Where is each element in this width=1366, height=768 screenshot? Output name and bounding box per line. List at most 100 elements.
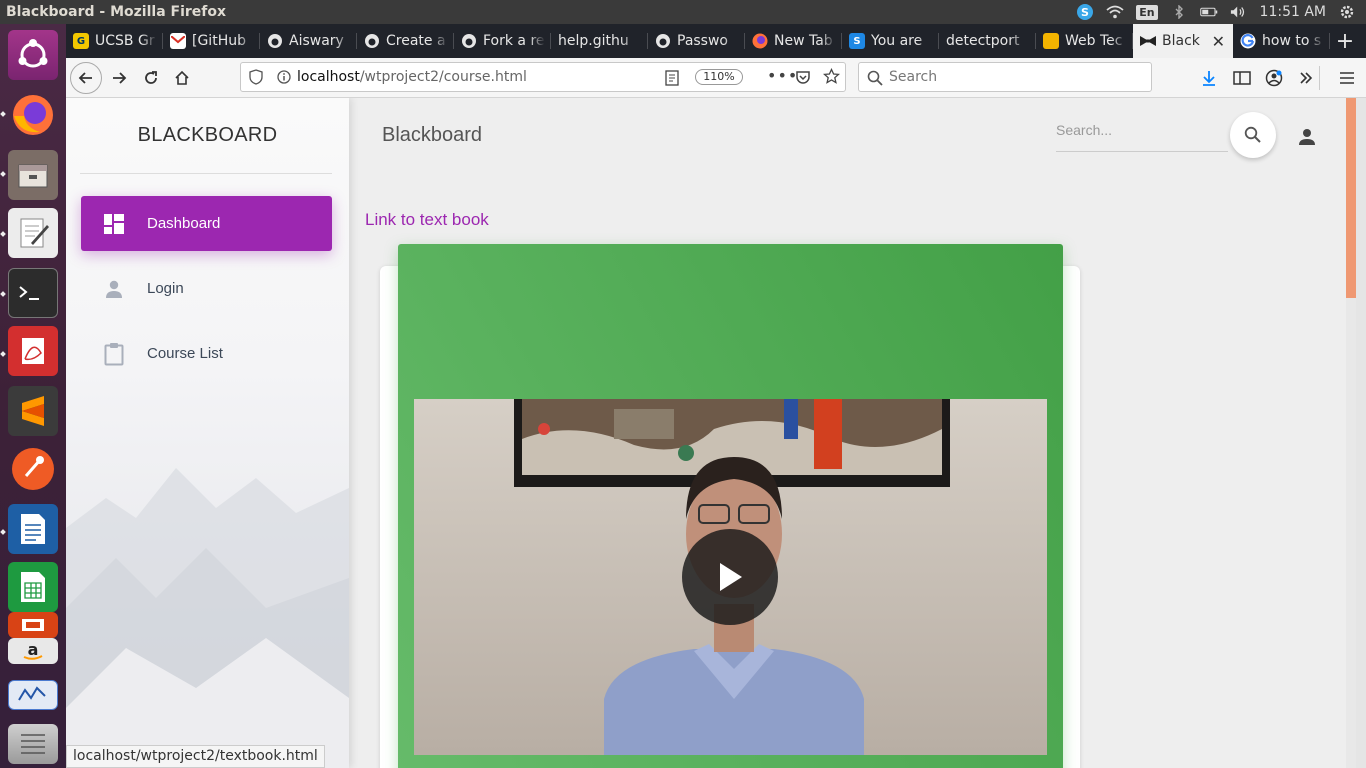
home-button[interactable] — [167, 63, 197, 93]
nav-label-login: Login — [147, 280, 184, 297]
textbook-link[interactable]: Link to text book — [365, 210, 489, 230]
libreoffice-calc-icon[interactable] — [8, 562, 58, 612]
bluetooth-icon[interactable] — [1170, 5, 1188, 19]
bookmark-star-icon[interactable] — [822, 67, 841, 89]
library-button[interactable] — [1227, 63, 1257, 93]
forward-button[interactable] — [104, 63, 134, 93]
document-viewer-icon[interactable] — [8, 326, 58, 376]
browser-tab[interactable]: S You are — [842, 24, 939, 58]
shield-icon[interactable] — [241, 69, 271, 85]
nav-item-course-list[interactable]: Course List — [81, 326, 332, 381]
page-actions-icon[interactable]: ••• — [767, 66, 798, 85]
browser-tab-label: Passwo — [677, 33, 728, 49]
browser-tab[interactable]: Black ✕ — [1133, 24, 1233, 58]
files-icon[interactable] — [8, 150, 58, 200]
toolbar-separator — [1319, 66, 1320, 90]
terminal-icon[interactable] — [8, 268, 58, 318]
menu-button[interactable] — [1332, 63, 1362, 93]
url-host: localhost — [297, 69, 360, 85]
skype-icon[interactable]: S — [1076, 4, 1094, 20]
link-status-bar: localhost/wtproject2/textbook.html — [66, 745, 325, 768]
brand-divider — [80, 173, 332, 174]
ubuntu-dash-icon[interactable] — [8, 30, 58, 80]
system-monitor-icon[interactable] — [8, 680, 58, 710]
launcher-running-indicator — [0, 529, 6, 535]
sidebar-icon — [1233, 71, 1251, 85]
browser-tab[interactable]: help.githu — [551, 24, 648, 58]
browser-navigation-bar: localhost/wtproject2/course.html 110% ••… — [66, 58, 1366, 98]
browser-search-bar[interactable]: Search — [858, 62, 1152, 92]
page-scrollbar-thumb[interactable] — [1346, 98, 1356, 298]
play-icon — [720, 563, 742, 591]
browser-tab[interactable]: Create a — [357, 24, 454, 58]
browser-tab[interactable]: detectport — [939, 24, 1036, 58]
bowtie-icon — [1140, 33, 1156, 49]
app-search-input[interactable]: Search... — [1056, 118, 1228, 152]
gmail-icon — [170, 33, 186, 49]
hamburger-icon — [1340, 72, 1354, 84]
browser-tab-label: Create a — [386, 33, 446, 49]
pocket-icon[interactable] — [795, 69, 811, 89]
info-icon[interactable] — [271, 70, 297, 84]
unity-launcher: a — [0, 24, 66, 768]
nav-item-login[interactable]: Login — [81, 261, 332, 316]
person-icon — [81, 279, 147, 299]
account-button[interactable] — [1259, 63, 1289, 93]
reload-button[interactable] — [136, 63, 166, 93]
arrow-left-icon — [78, 72, 92, 84]
browser-tab[interactable]: G UCSB Gr — [66, 24, 163, 58]
s-icon: S — [849, 33, 865, 49]
amazon-icon[interactable]: a — [8, 638, 58, 664]
power-gear-icon[interactable] — [1338, 5, 1356, 19]
browser-search-placeholder: Search — [889, 69, 938, 85]
firefox-icon[interactable] — [8, 90, 58, 140]
browser-tab[interactable]: Fork a re — [454, 24, 551, 58]
browser-tab[interactable]: Passwo — [648, 24, 745, 58]
new-tab-button[interactable]: + — [1330, 24, 1360, 58]
reader-view-icon[interactable] — [665, 70, 679, 90]
nav-item-dashboard[interactable]: Dashboard — [81, 196, 332, 251]
url-bar[interactable]: localhost/wtproject2/course.html 110% ••… — [240, 62, 846, 92]
keyboard-language-indicator[interactable]: En — [1136, 4, 1158, 20]
battery-icon[interactable] — [1199, 5, 1218, 19]
app-sidebar: BLACKBOARD Dashboard Login Course List — [66, 98, 349, 768]
browser-tab-label: Web Tec — [1065, 33, 1123, 49]
text-editor-icon[interactable] — [8, 208, 58, 258]
clock[interactable]: 11:51 AM — [1260, 4, 1326, 20]
user-profile-icon[interactable] — [1296, 126, 1318, 148]
google-icon — [1240, 33, 1256, 49]
brand-logo-text[interactable]: BLACKBOARD — [66, 124, 349, 147]
browser-tab[interactable]: how to s — [1233, 24, 1330, 58]
browser-tab-label: Aiswary — [289, 33, 344, 49]
page-title[interactable]: Blackboard — [382, 124, 482, 147]
nav-label-dashboard: Dashboard — [147, 215, 221, 232]
search-icon — [867, 70, 883, 90]
downloads-button[interactable] — [1194, 63, 1224, 93]
svg-text:S: S — [1081, 6, 1089, 19]
zoom-level[interactable]: 110% — [695, 69, 743, 85]
system-tray: S En 11:51 AM — [1076, 0, 1356, 24]
video-play-button[interactable] — [682, 529, 778, 625]
app-search-button[interactable] — [1230, 112, 1276, 158]
browser-tab[interactable]: Web Tec — [1036, 24, 1133, 58]
browser-tab-label: how to s — [1262, 33, 1322, 49]
postman-icon[interactable] — [8, 444, 58, 494]
slides-icon — [1043, 33, 1059, 49]
window-title: Blackboard - Mozilla Firefox — [6, 4, 227, 20]
browser-tab[interactable]: New Tab — [745, 24, 842, 58]
browser-tab[interactable]: [GitHub — [163, 24, 260, 58]
libreoffice-writer-icon[interactable] — [8, 504, 58, 554]
overflow-button[interactable] — [1291, 63, 1321, 93]
volume-icon[interactable] — [1230, 5, 1248, 19]
trash-stack-icon[interactable] — [8, 724, 58, 764]
sublime-text-icon[interactable] — [8, 386, 58, 436]
browser-tab-label: New Tab — [774, 33, 833, 49]
software-center-icon[interactable] — [8, 612, 58, 638]
wifi-icon[interactable] — [1106, 5, 1124, 19]
page-viewport: BLACKBOARD Dashboard Login Course List B… — [66, 98, 1356, 768]
back-button[interactable] — [70, 62, 102, 94]
browser-tab[interactable]: Aiswary — [260, 24, 357, 58]
close-tab-icon[interactable]: ✕ — [1212, 32, 1225, 51]
course-video-player[interactable] — [414, 399, 1047, 755]
launcher-running-indicator — [0, 111, 6, 117]
